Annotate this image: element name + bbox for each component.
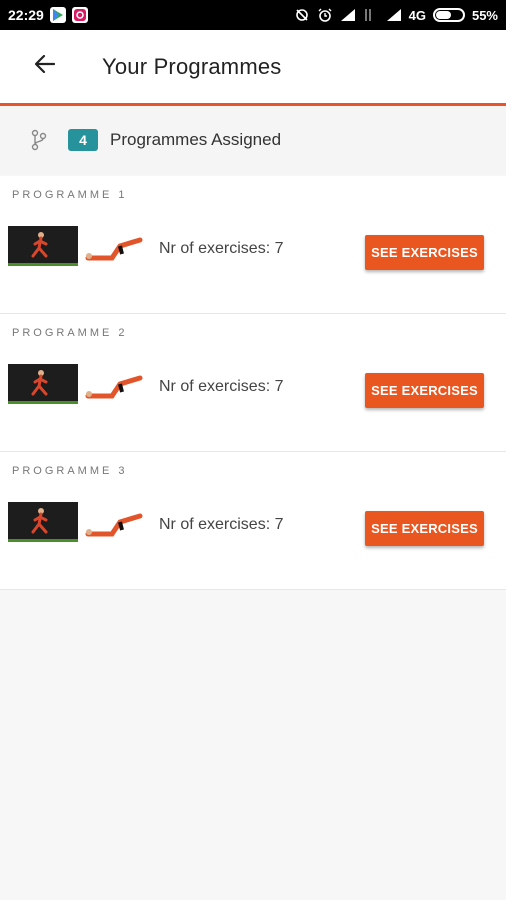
exercise-thumbnail-running (8, 226, 78, 266)
back-button[interactable] (0, 30, 90, 103)
exercise-count: Nr of exercises: 7 (159, 516, 284, 533)
exercise-count: Nr of exercises: 7 (159, 378, 284, 395)
see-exercises-button[interactable]: SEE EXERCISES (365, 235, 484, 270)
play-store-icon (49, 7, 66, 23)
programme-header: PROGRAMME 1 (12, 189, 128, 201)
arrow-left-icon (34, 53, 56, 80)
app-notification-icon (71, 7, 88, 23)
see-exercises-button[interactable]: SEE EXERCISES (365, 373, 484, 408)
signal-icon (340, 8, 356, 22)
page-title: Your Programmes (102, 53, 282, 79)
exercise-thumbnail-floor (84, 226, 146, 266)
branch-icon (30, 128, 48, 152)
alarm-icon (317, 8, 333, 22)
sync-icon (294, 8, 310, 22)
exercise-thumbnail-floor (84, 364, 146, 404)
programme-header: PROGRAMME 3 (12, 465, 128, 477)
signal-icon-2 (386, 8, 402, 22)
programme-header: PROGRAMME 2 (12, 327, 128, 339)
exercise-thumbnail-floor (84, 502, 146, 542)
exercise-thumbnail-running (8, 502, 78, 542)
programmes-summary: 4 Programmes Assigned (0, 106, 506, 174)
battery-icon (432, 8, 465, 22)
status-time: 22:29 (8, 7, 44, 23)
battery-level: 55% (471, 7, 498, 23)
see-exercises-button[interactable]: SEE EXERCISES (365, 511, 484, 546)
programme-card: PROGRAMME 2 Nr of exercises: 7 SEE EXERC… (0, 314, 506, 452)
app-bar: Your Programmes (0, 30, 506, 103)
network-type: 4G (408, 7, 426, 23)
programme-count-badge: 4 (68, 129, 98, 151)
data-transfer-icon (363, 8, 379, 22)
programme-card: PROGRAMME 3 Nr of exercises: 7 SEE EXERC… (0, 452, 506, 590)
summary-label: Programmes Assigned (110, 130, 282, 149)
exercise-count: Nr of exercises: 7 (159, 240, 284, 257)
programme-card: PROGRAMME 1 Nr of exercises: 7 SEE EXERC… (0, 176, 506, 314)
exercise-thumbnail-running (8, 364, 78, 404)
status-bar: 22:29 4G 55% (0, 0, 506, 30)
